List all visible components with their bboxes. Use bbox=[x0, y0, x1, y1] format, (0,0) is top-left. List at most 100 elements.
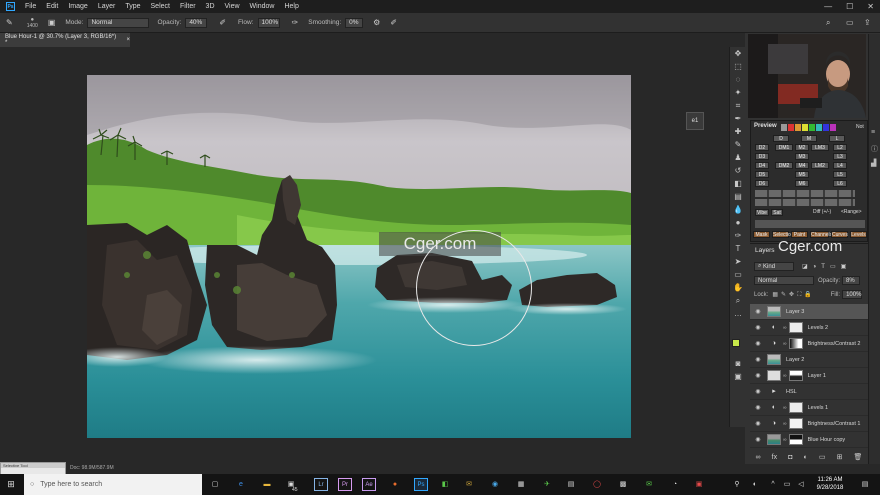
curves-button[interactable]: Curves bbox=[831, 231, 848, 238]
info-icon[interactable]: ⓘ bbox=[871, 144, 878, 154]
channel-magenta[interactable] bbox=[830, 124, 836, 131]
premiere-icon[interactable]: Pr bbox=[338, 478, 352, 491]
menu-filter[interactable]: Filter bbox=[180, 3, 196, 10]
paint-button[interactable]: Paint bbox=[791, 231, 808, 238]
adjust-icon[interactable]: ≡ bbox=[871, 129, 875, 136]
menu-help[interactable]: Help bbox=[284, 3, 298, 10]
visibility-eye-icon[interactable]: ◉ bbox=[753, 356, 763, 363]
lum-l6[interactable]: L6 bbox=[833, 180, 847, 187]
healing-tool-icon[interactable]: ✚ bbox=[733, 127, 743, 137]
lum-dm1[interactable]: DM1 bbox=[775, 144, 793, 151]
lum-m6[interactable]: M6 bbox=[795, 180, 809, 187]
system-clock[interactable]: 11:26 AM 9/28/2018 bbox=[808, 476, 852, 492]
visibility-eye-icon[interactable]: ◉ bbox=[753, 324, 763, 331]
flow-field[interactable]: 100% bbox=[257, 17, 280, 28]
channel-cyan[interactable] bbox=[816, 124, 822, 131]
close-icon[interactable]: ✕ bbox=[867, 2, 874, 11]
visibility-eye-icon[interactable]: ◉ bbox=[753, 308, 763, 315]
lum-d3[interactable]: D3 bbox=[755, 153, 769, 160]
edge-icon[interactable]: e bbox=[234, 478, 248, 491]
new-layer-icon[interactable]: ⊞ bbox=[837, 453, 843, 461]
visibility-eye-icon[interactable]: ◉ bbox=[753, 340, 763, 347]
channel-red[interactable] bbox=[788, 124, 794, 131]
app-red2-icon[interactable]: ▣ bbox=[692, 478, 706, 491]
menu-edit[interactable]: Edit bbox=[46, 3, 58, 10]
marquee-tool-icon[interactable]: ⬚ bbox=[733, 62, 743, 72]
layer-row-hsl[interactable]: ◉ ▸ HSL bbox=[750, 384, 868, 400]
brush-tool-icon[interactable]: ✎ bbox=[6, 18, 13, 27]
layer-row-levels-1[interactable]: ◉ ◐ ∞ Levels 1 bbox=[750, 400, 868, 416]
lasso-tool-icon[interactable]: ◌ bbox=[733, 75, 743, 85]
file-explorer-icon[interactable]: ▬ bbox=[260, 478, 274, 491]
app-red-icon[interactable]: ◯ bbox=[590, 478, 604, 491]
shape-tool-icon[interactable]: ▭ bbox=[733, 270, 743, 280]
minimize-icon[interactable]: — bbox=[824, 2, 832, 11]
app-gray-icon[interactable]: ▩ bbox=[616, 478, 630, 491]
vibe-button[interactable]: Vibe bbox=[755, 209, 769, 216]
workspace-icon[interactable]: ▭ bbox=[846, 18, 854, 27]
channel-green[interactable] bbox=[809, 124, 815, 131]
channel-blue[interactable] bbox=[823, 124, 829, 131]
lightroom-icon[interactable]: Lr bbox=[314, 478, 328, 491]
visibility-eye-icon[interactable]: ◉ bbox=[753, 436, 763, 443]
sat-button[interactable]: Sat bbox=[771, 209, 783, 216]
lum-l4[interactable]: L4 bbox=[833, 162, 847, 169]
brush-tool-icon[interactable]: ✎ bbox=[733, 140, 743, 150]
adjustment-icon[interactable]: ◐ bbox=[804, 454, 808, 461]
lum-d[interactable]: D bbox=[773, 135, 789, 142]
network-icon[interactable]: ▭ bbox=[780, 478, 794, 491]
canvas-area[interactable]: Cger.com e1 bbox=[0, 47, 729, 464]
app-gold-icon[interactable]: ✉ bbox=[462, 478, 476, 491]
layer-row-brightness-contrast-1[interactable]: ◉ ◑ ∞ Brightness/Contrast 1 bbox=[750, 416, 868, 432]
visibility-eye-icon[interactable]: ◉ bbox=[753, 404, 763, 411]
visibility-eye-icon[interactable]: ◉ bbox=[753, 388, 763, 395]
layer-row-brightness-contrast-2[interactable]: ◉ ◑ ∞ Brightness/Contrast 2 bbox=[750, 336, 868, 352]
lum-l[interactable]: L bbox=[829, 135, 845, 142]
lum-d6[interactable]: D6 bbox=[755, 180, 769, 187]
volume-icon[interactable]: ◁ bbox=[794, 478, 808, 491]
blur-tool-icon[interactable]: 💧 bbox=[733, 205, 743, 215]
after-effects-icon[interactable]: Ae bbox=[362, 478, 376, 491]
lum-m5[interactable]: M5 bbox=[795, 171, 809, 178]
mask-icon[interactable]: ◘ bbox=[788, 454, 792, 461]
tab-close-icon[interactable]: × bbox=[126, 37, 130, 43]
taskbar-search[interactable]: ○ Type here to search bbox=[24, 474, 202, 495]
layer-row-levels-2[interactable]: ◉ ◐ ∞ Levels 2 bbox=[750, 320, 868, 336]
task-view-icon[interactable]: ▢ bbox=[208, 478, 222, 491]
folder-icon[interactable]: ▭ bbox=[819, 453, 826, 461]
notification-icon[interactable]: ▤ bbox=[858, 478, 872, 491]
gear-icon[interactable]: ⚙ bbox=[373, 18, 380, 27]
layer-row-blue-hour-copy[interactable]: ◉ ∞ Blue Hour copy bbox=[750, 432, 868, 448]
eraser-tool-icon[interactable]: ◧ bbox=[733, 179, 743, 189]
lock-icons[interactable]: ▦✎✥⛶🔒 bbox=[772, 291, 814, 299]
quick-select-tool-icon[interactable]: ✦ bbox=[733, 88, 743, 98]
chevron-up-icon[interactable]: ^ bbox=[766, 478, 780, 491]
lum-dm2[interactable]: DM2 bbox=[775, 162, 793, 169]
layer-row-layer-3[interactable]: ◉ Layer 3 bbox=[750, 304, 868, 320]
filter-icons[interactable]: ◪◑T▭▣ bbox=[802, 263, 851, 270]
eyedropper-tool-icon[interactable]: ✒ bbox=[733, 114, 743, 124]
app-film-icon[interactable]: ▤ bbox=[564, 478, 578, 491]
lum-m[interactable]: M bbox=[801, 135, 817, 142]
menu-window[interactable]: Window bbox=[250, 3, 275, 10]
gradient-tool-icon[interactable]: ▤ bbox=[733, 192, 743, 202]
dodge-tool-icon[interactable]: ● bbox=[733, 218, 743, 228]
layer-row-layer-2[interactable]: ◉ Layer 2 bbox=[750, 352, 868, 368]
person-icon[interactable]: ⚲ bbox=[730, 478, 744, 491]
channel-orange[interactable] bbox=[795, 124, 801, 131]
pen-tool-icon[interactable]: ✑ bbox=[733, 231, 743, 241]
app-clock-icon[interactable]: ◔ bbox=[668, 478, 682, 491]
range-selector-row-2[interactable] bbox=[755, 199, 855, 206]
share-icon[interactable]: ⇪ bbox=[864, 18, 871, 27]
app-photo-icon[interactable]: ▦ bbox=[514, 478, 528, 491]
fx-icon[interactable]: fx bbox=[772, 454, 777, 461]
fill-input[interactable]: 100% bbox=[842, 290, 863, 299]
photoshop-taskbar-icon[interactable]: Ps bbox=[414, 478, 428, 491]
screen-mode-icon[interactable]: ▣ bbox=[733, 372, 743, 382]
badge-app-icon[interactable]: 45 ▣ bbox=[284, 478, 298, 493]
histogram-icon[interactable]: ▟ bbox=[871, 159, 876, 167]
lum-m3[interactable]: M3 bbox=[795, 153, 809, 160]
menu-image[interactable]: Image bbox=[68, 3, 87, 10]
mask-button[interactable]: Mask bbox=[753, 231, 770, 238]
lum-d2[interactable]: D2 bbox=[755, 144, 769, 151]
